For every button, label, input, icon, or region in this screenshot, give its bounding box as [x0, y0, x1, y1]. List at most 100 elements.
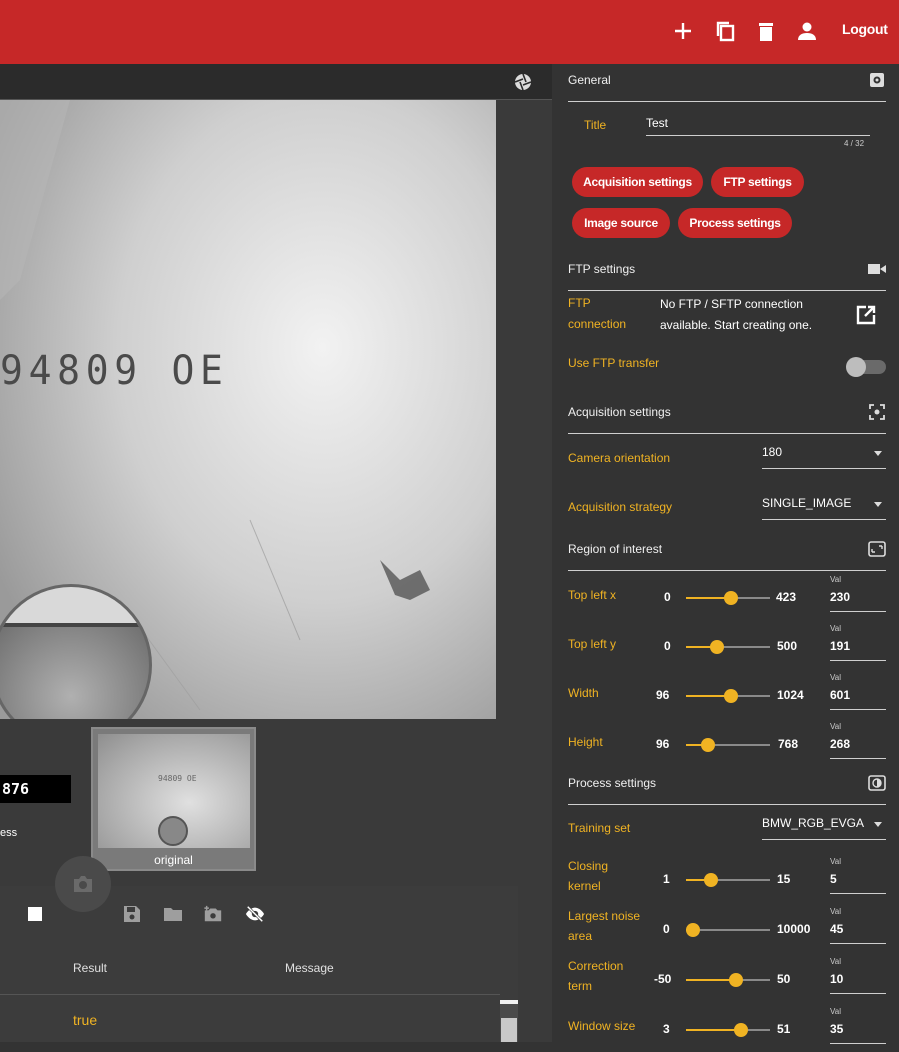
slider-value-field[interactable]: Val 191 — [830, 621, 886, 661]
slider-value-field[interactable]: Val 601 — [830, 670, 886, 710]
process-slider-correction-term: Correction term -50 50 Val 10 — [568, 954, 886, 1002]
ftp-connection-label-1: FTP — [568, 296, 591, 310]
roi-slider-height: Height 96 768 Val 268 — [568, 719, 886, 767]
slider-track[interactable] — [686, 1023, 770, 1037]
slider-max: 51 — [777, 1022, 791, 1036]
slider-knob[interactable] — [724, 591, 738, 605]
slider-label-line-1: Correction — [568, 959, 624, 973]
center-focus-icon — [868, 403, 886, 421]
process-slider-closing-kernel: Closing kernel 1 15 Val 5 — [568, 854, 886, 902]
slider-knob[interactable] — [710, 640, 724, 654]
stop-icon[interactable] — [25, 904, 45, 924]
val-caption: Val — [830, 722, 841, 731]
capture-button[interactable] — [55, 856, 111, 912]
thumbnail-hole — [158, 816, 188, 846]
slider-knob[interactable] — [734, 1023, 748, 1037]
slider-value: 268 — [830, 737, 851, 751]
slider-min: 96 — [656, 737, 670, 751]
val-caption: Val — [830, 575, 841, 584]
slider-value: 10 — [830, 972, 844, 986]
column-header-message[interactable]: Message — [285, 961, 334, 975]
use-ftp-toggle[interactable] — [846, 357, 886, 377]
thumbnail-image: 94809 OE — [98, 734, 250, 848]
slider-value: 230 — [830, 590, 851, 604]
app-header: Logout — [0, 0, 899, 64]
slider-knob[interactable] — [701, 738, 715, 752]
title-value: Test — [646, 116, 669, 130]
slider-knob[interactable] — [724, 689, 738, 703]
slider-label: Top left y — [568, 637, 617, 651]
slider-value-field[interactable]: Val 5 — [830, 854, 886, 894]
acquisition-strategy-label: Acquisition strategy — [568, 500, 673, 514]
add-photo-icon[interactable] — [203, 904, 223, 924]
chip-process-settings[interactable]: Process settings — [678, 208, 792, 238]
slider-value-field[interactable]: Val 268 — [830, 719, 886, 759]
slider-knob[interactable] — [686, 923, 700, 937]
slider-value: 191 — [830, 639, 851, 653]
settings-gear-icon[interactable] — [868, 71, 886, 89]
ftp-connection-text-2: available. Start creating one. — [660, 318, 813, 332]
camera-image[interactable]: 94809 OE — [0, 100, 496, 719]
roi-section-header: Region of interest — [568, 533, 886, 571]
contrast-icon — [868, 774, 886, 792]
val-caption: Val — [830, 624, 841, 633]
scrollbar-thumb[interactable] — [501, 1018, 517, 1042]
column-header-result[interactable]: Result — [73, 961, 107, 975]
slider-min: 0 — [664, 639, 671, 653]
slider-value-field[interactable]: Val 230 — [830, 572, 886, 612]
slider-min: 1 — [663, 872, 670, 886]
delete-icon[interactable] — [753, 18, 779, 44]
title-field[interactable]: Test — [646, 114, 870, 136]
title-label: Title — [584, 118, 607, 132]
aperture-icon[interactable] — [513, 72, 533, 92]
hole-feature — [0, 584, 152, 719]
slider-value-field[interactable]: Val 35 — [830, 1004, 886, 1044]
slider-value-field[interactable]: Val 10 — [830, 954, 886, 994]
slider-track[interactable] — [686, 738, 770, 752]
val-caption: Val — [830, 857, 841, 866]
slider-track[interactable] — [686, 973, 770, 987]
val-caption: Val — [830, 957, 841, 966]
use-ftp-label: Use FTP transfer — [568, 356, 660, 370]
folder-icon[interactable] — [163, 904, 183, 924]
copy-icon[interactable] — [712, 18, 738, 44]
slider-track[interactable] — [686, 591, 770, 605]
process-title: Process settings — [568, 776, 657, 790]
camera-orientation-select[interactable]: 180 — [762, 441, 886, 469]
slider-max: 423 — [776, 590, 797, 604]
thumbnail-label: original — [154, 853, 193, 867]
slider-label: Top left x — [568, 588, 617, 602]
slider-knob[interactable] — [704, 873, 718, 887]
add-icon[interactable] — [670, 18, 696, 44]
slider-min: 0 — [664, 590, 671, 604]
slider-value-field[interactable]: Val 45 — [830, 904, 886, 944]
roi-slider-width: Width 96 1024 Val 601 — [568, 670, 886, 718]
chip-acquisition-settings[interactable]: Acquisition settings — [572, 167, 703, 197]
ftp-connection-label-2: connection — [568, 317, 627, 331]
chevron-down-icon — [874, 502, 882, 507]
open-in-new-icon[interactable] — [856, 305, 876, 325]
slider-track[interactable] — [686, 689, 770, 703]
chip-ftp-settings[interactable]: FTP settings — [711, 167, 804, 197]
slider-track[interactable] — [686, 873, 770, 887]
visibility-off-icon[interactable] — [245, 904, 265, 924]
ftp-section-header: FTP settings — [568, 253, 886, 291]
chip-image-source[interactable]: Image source — [572, 208, 670, 238]
save-icon[interactable] — [122, 904, 142, 924]
roi-slider-top-left-y: Top left y 0 500 Val 191 — [568, 621, 886, 669]
logout-button[interactable]: Logout — [842, 21, 888, 37]
training-set-select[interactable]: BMW_RGB_EVGA — [762, 812, 886, 840]
thumbnail-number: 94809 OE — [158, 774, 197, 783]
val-caption: Val — [830, 673, 841, 682]
slider-label-line-1: Window size — [568, 1019, 636, 1033]
slider-value: 45 — [830, 922, 844, 936]
acquisition-strategy-select[interactable]: SINGLE_IMAGE — [762, 492, 886, 520]
slider-track[interactable] — [686, 923, 770, 937]
slider-max: 15 — [777, 872, 791, 886]
slider-max: 10000 — [777, 922, 811, 936]
thumbnail-original[interactable]: 94809 OE original — [91, 727, 256, 871]
slider-track[interactable] — [686, 640, 770, 654]
slider-label-line-2: area — [568, 929, 593, 943]
slider-knob[interactable] — [729, 973, 743, 987]
user-icon[interactable] — [794, 18, 820, 44]
